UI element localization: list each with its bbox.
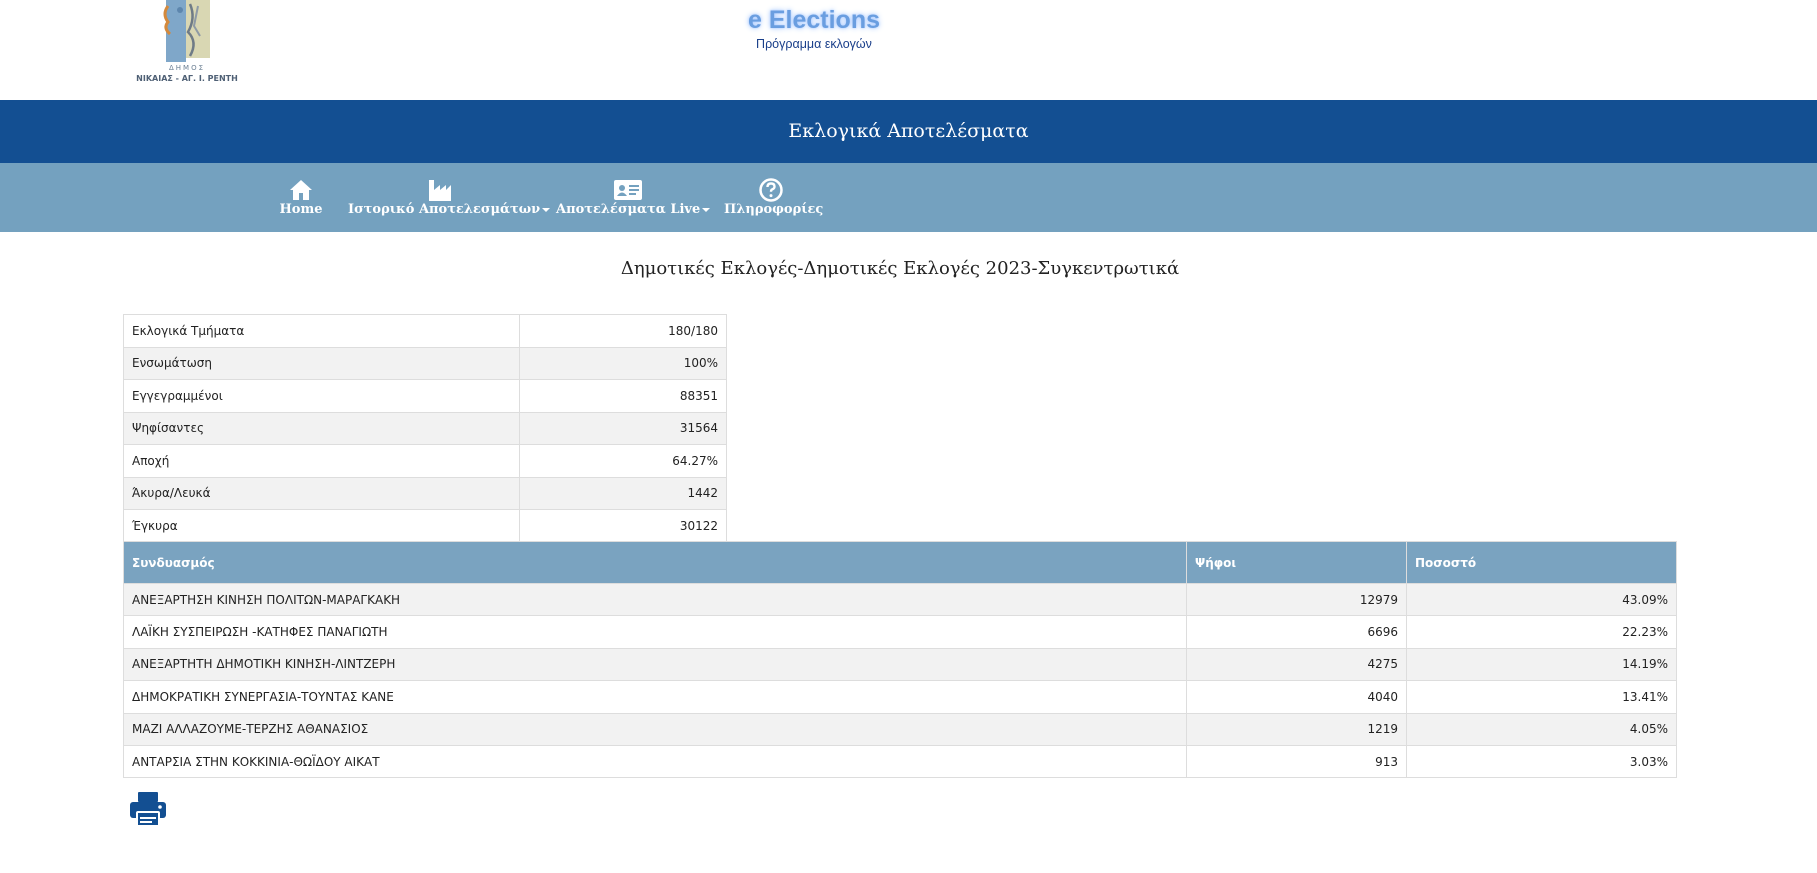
table-row: ΑΝΕΞΑΡΤΗΣΗ ΚΙΝΗΣΗ ΠΟΛΙΤΩΝ-ΜΑΡΑΓΚΑΚΗ 1297…: [123, 582, 1677, 617]
logo-text-line2: ΝΙΚΑΙΑΣ - ΑΓ. Ι. ΡΕΝΤΗ: [136, 74, 238, 83]
party-percentage: 22.23%: [1406, 615, 1677, 649]
chevron-down-icon: [702, 207, 711, 212]
table-row: ΜΑΖΙ ΑΛΛΑΖΟΥΜΕ-ΤΕΡΖΗΣ ΑΘΑΝΑΣΙΟΣ 1219 4.0…: [123, 712, 1677, 746]
nav-history[interactable]: Ιστορικό Αποτελεσμάτων: [348, 163, 551, 232]
summary-value: 64.27%: [519, 444, 727, 478]
chevron-down-icon: [542, 207, 551, 212]
column-header-percentage[interactable]: Ποσοστό: [1406, 541, 1677, 584]
printer-icon: [130, 792, 166, 827]
results-header-row: Συνδυασμός Ψήφοι Ποσοστό: [123, 541, 1677, 584]
summary-value: 100%: [519, 346, 727, 380]
party-votes: 4275: [1186, 647, 1407, 682]
summary-row: Αποχή 64.27%: [123, 444, 727, 478]
logo-emblem-icon: [163, 0, 210, 62]
summary-value: 88351: [519, 379, 727, 413]
summary-label: Έγκυρα: [123, 509, 520, 543]
summary-row: Ενσωμάτωση 100%: [123, 346, 727, 380]
summary-value: 1442: [519, 476, 727, 510]
party-votes: 1219: [1186, 712, 1407, 746]
column-header-party[interactable]: Συνδυασμός: [123, 541, 1187, 584]
party-name: ΑΝΕΞΑΡΤΗΣΗ ΚΙΝΗΣΗ ΠΟΛΙΤΩΝ-ΜΑΡΑΓΚΑΚΗ: [123, 582, 1187, 617]
summary-row: Άκυρα/Λευκά 1442: [123, 476, 727, 510]
home-icon: [290, 180, 312, 200]
party-name: ΑΝΤΑΡΣΙΑ ΣΤΗΝ ΚΟΚΚΙΝΙΑ-ΘΩΪΔΟΥ ΑΙΚΑΤ: [123, 744, 1187, 779]
nav-home-label: Home: [279, 202, 323, 217]
party-name: ΛΑΪΚΗ ΣΥΣΠΕΙΡΩΣΗ -ΚΑΤΗΦΕΣ ΠΑΝΑΓΙΩΤΗ: [123, 615, 1187, 649]
summary-value: 31564: [519, 411, 727, 445]
nav-home[interactable]: Home: [275, 163, 327, 232]
nav-history-label-wrap: Ιστορικό Αποτελεσμάτων: [348, 202, 551, 217]
brand-title: e Elections: [748, 6, 880, 34]
table-row: ΛΑΪΚΗ ΣΥΣΠΕΙΡΩΣΗ -ΚΑΤΗΦΕΣ ΠΑΝΑΓΙΩΤΗ 6696…: [123, 615, 1677, 649]
id-card-icon: [614, 180, 642, 200]
page-title: Δημοτικές Εκλογές-Δημοτικές Εκλογές 2023…: [620, 258, 1180, 279]
industry-icon: [429, 180, 451, 201]
party-name: ΜΑΖΙ ΑΛΛΑΖΟΥΜΕ-ΤΕΡΖΗΣ ΑΘΑΝΑΣΙΟΣ: [123, 712, 1187, 746]
nav-live-label-wrap: Αποτελέσματα Live: [556, 202, 711, 217]
party-percentage: 3.03%: [1406, 744, 1677, 779]
party-name: ΑΝΕΞΑΡΤΗΤΗ ΔΗΜΟΤΙΚΗ ΚΙΝΗΣΗ-ΛΙΝΤΖΕΡΗ: [123, 647, 1187, 682]
table-row: ΔΗΜΟΚΡΑΤΙΚΗ ΣΥΝΕΡΓΑΣΙΑ-ΤΟΥΝΤΑΣ ΚΑΝΕ 4040…: [123, 680, 1677, 714]
table-row: ΑΝΕΞΑΡΤΗΤΗ ΔΗΜΟΤΙΚΗ ΚΙΝΗΣΗ-ΛΙΝΤΖΕΡΗ 4275…: [123, 647, 1677, 682]
summary-row: Έγκυρα 30122: [123, 509, 727, 543]
nav-info[interactable]: Πληροφορίες: [724, 163, 824, 232]
party-votes: 12979: [1186, 582, 1407, 617]
column-header-votes[interactable]: Ψήφοι: [1186, 541, 1407, 584]
brand-subtitle: Πρόγραμμα εκλογών: [756, 37, 872, 51]
summary-row: Ψηφίσαντες 31564: [123, 411, 727, 445]
results-table: Συνδυασμός Ψήφοι Ποσοστό ΑΝΕΞΑΡΤΗΣΗ ΚΙΝΗ…: [123, 541, 1677, 779]
municipality-logo[interactable]: ΔΗΜΟΣ ΝΙΚΑΙΑΣ - ΑΓ. Ι. ΡΕΝΤΗ: [134, 0, 240, 86]
nav-history-label: Ιστορικό Αποτελεσμάτων: [348, 202, 541, 217]
party-votes: 913: [1186, 744, 1407, 779]
summary-value: 30122: [519, 509, 727, 543]
summary-value: 180/180: [519, 314, 727, 348]
party-percentage: 14.19%: [1406, 647, 1677, 682]
party-votes: 4040: [1186, 680, 1407, 714]
party-percentage: 13.41%: [1406, 680, 1677, 714]
party-percentage: 4.05%: [1406, 712, 1677, 746]
party-percentage: 43.09%: [1406, 582, 1677, 617]
summary-label: Εγγεγραμμένοι: [123, 379, 520, 413]
print-button[interactable]: [129, 791, 167, 827]
brand: e Elections Πρόγραμμα εκλογών: [714, 4, 914, 52]
nav-live-results[interactable]: Αποτελέσματα Live: [556, 163, 711, 232]
main-nav: Home Ιστορικό Αποτελεσμάτων Αποτελέσματα…: [0, 163, 1817, 232]
site-header: ΔΗΜΟΣ ΝΙΚΑΙΑΣ - ΑΓ. Ι. ΡΕΝΤΗ e Elections…: [0, 0, 1817, 100]
logo-text-line1: ΔΗΜΟΣ: [168, 64, 206, 72]
summary-label: Ψηφίσαντες: [123, 411, 520, 445]
summary-row: Εγγεγραμμένοι 88351: [123, 379, 727, 413]
summary-label: Εκλογικά Τμήματα: [123, 314, 520, 348]
party-name: ΔΗΜΟΚΡΑΤΙΚΗ ΣΥΝΕΡΓΑΣΙΑ-ΤΟΥΝΤΑΣ ΚΑΝΕ: [123, 680, 1187, 714]
nav-info-label: Πληροφορίες: [724, 202, 824, 217]
table-row: ΑΝΤΑΡΣΙΑ ΣΤΗΝ ΚΟΚΚΙΝΙΑ-ΘΩΪΔΟΥ ΑΙΚΑΤ 913 …: [123, 744, 1677, 779]
summary-label: Ενσωμάτωση: [123, 346, 520, 380]
summary-label: Άκυρα/Λευκά: [123, 476, 520, 510]
question-circle-icon: [759, 178, 783, 202]
title-bar: Εκλογικά Αποτελέσματα: [0, 100, 1817, 163]
summary-row: Εκλογικά Τμήματα 180/180: [123, 314, 727, 348]
summary-table: Εκλογικά Τμήματα 180/180 Ενσωμάτωση 100%…: [123, 314, 727, 543]
summary-label: Αποχή: [123, 444, 520, 478]
nav-live-label: Αποτελέσματα Live: [556, 202, 701, 217]
party-votes: 6696: [1186, 615, 1407, 649]
